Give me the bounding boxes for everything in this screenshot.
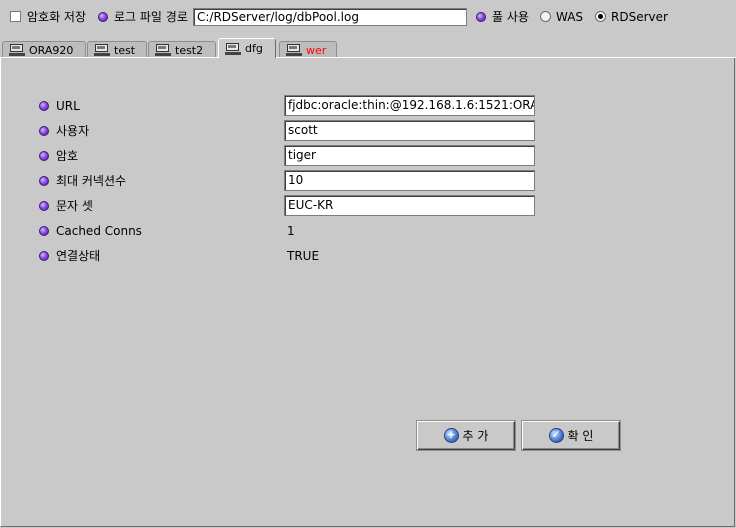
url-bullet-icon	[39, 101, 49, 111]
charset-bullet-icon	[39, 201, 49, 211]
cached-bullet-icon	[39, 226, 49, 236]
log-path-input[interactable]: C:/RDServer/log/dbPool.log	[193, 8, 467, 26]
plus-icon: +	[443, 428, 459, 443]
connection-status-label: 연결상태	[56, 249, 101, 263]
pool-was-label: WAS	[556, 10, 584, 24]
tab-wer[interactable]: wer	[279, 41, 337, 58]
password-input[interactable]: tiger	[284, 145, 535, 166]
max-conn-label: 최대 커넥션수	[56, 174, 127, 188]
computer-icon	[94, 44, 110, 56]
encrypt-save-label: 암호화 저장	[27, 10, 87, 24]
user-label: 사용자	[56, 124, 90, 138]
max-conn-input[interactable]: 10	[284, 170, 535, 191]
user-bullet-icon	[39, 126, 49, 136]
checkmark-icon: ✓	[548, 428, 564, 443]
tab-test2[interactable]: test2	[148, 41, 216, 58]
password-bullet-icon	[39, 151, 49, 161]
tab-ora920[interactable]: ORA920	[2, 41, 86, 58]
pool-rdserver-label: RDServer	[611, 10, 668, 24]
pool-use-bullet-icon	[476, 12, 486, 22]
tab-dfg[interactable]: dfg	[218, 38, 276, 58]
ok-button[interactable]: ✓ 확 인	[522, 421, 620, 450]
tab-label: dfg	[245, 42, 263, 55]
log-path-label: 로그 파일 경로	[114, 10, 188, 24]
tab-test[interactable]: test	[87, 41, 147, 58]
ok-button-label: 확 인	[567, 429, 594, 443]
pool-rdserver-radio[interactable]	[595, 11, 606, 22]
tab-label: wer	[306, 43, 327, 57]
computer-icon	[155, 44, 171, 56]
pool-use-label: 풀 사용	[492, 10, 529, 24]
charset-input[interactable]: EUC-KR	[284, 195, 535, 216]
computer-icon	[225, 42, 241, 55]
log-path-bullet-icon	[98, 12, 108, 22]
connection-status-value: TRUE	[287, 249, 320, 263]
computer-icon	[286, 44, 302, 56]
encrypt-save-checkbox[interactable]	[10, 11, 21, 22]
cached-conns-label: Cached Conns	[56, 224, 142, 238]
status-bullet-icon	[39, 251, 49, 261]
tab-label: test	[114, 43, 136, 57]
computer-icon	[9, 44, 25, 56]
url-input[interactable]: fjdbc:oracle:thin:@192.168.1.6:1521:ORA9…	[284, 95, 535, 116]
cached-conns-value: 1	[287, 224, 295, 238]
max-conn-bullet-icon	[39, 176, 49, 186]
add-button[interactable]: + 추 가	[417, 421, 515, 450]
url-label: URL	[56, 99, 80, 113]
pool-was-radio[interactable]	[540, 11, 551, 22]
connection-tabs: ORA920 test test2 dfg wer	[0, 38, 736, 58]
password-label: 암호	[56, 149, 79, 163]
tab-label: test2	[175, 43, 204, 57]
add-button-label: 추 가	[462, 429, 489, 443]
charset-label: 문자 셋	[56, 199, 93, 213]
user-input[interactable]: scott	[284, 120, 535, 141]
tab-label: ORA920	[29, 43, 74, 57]
